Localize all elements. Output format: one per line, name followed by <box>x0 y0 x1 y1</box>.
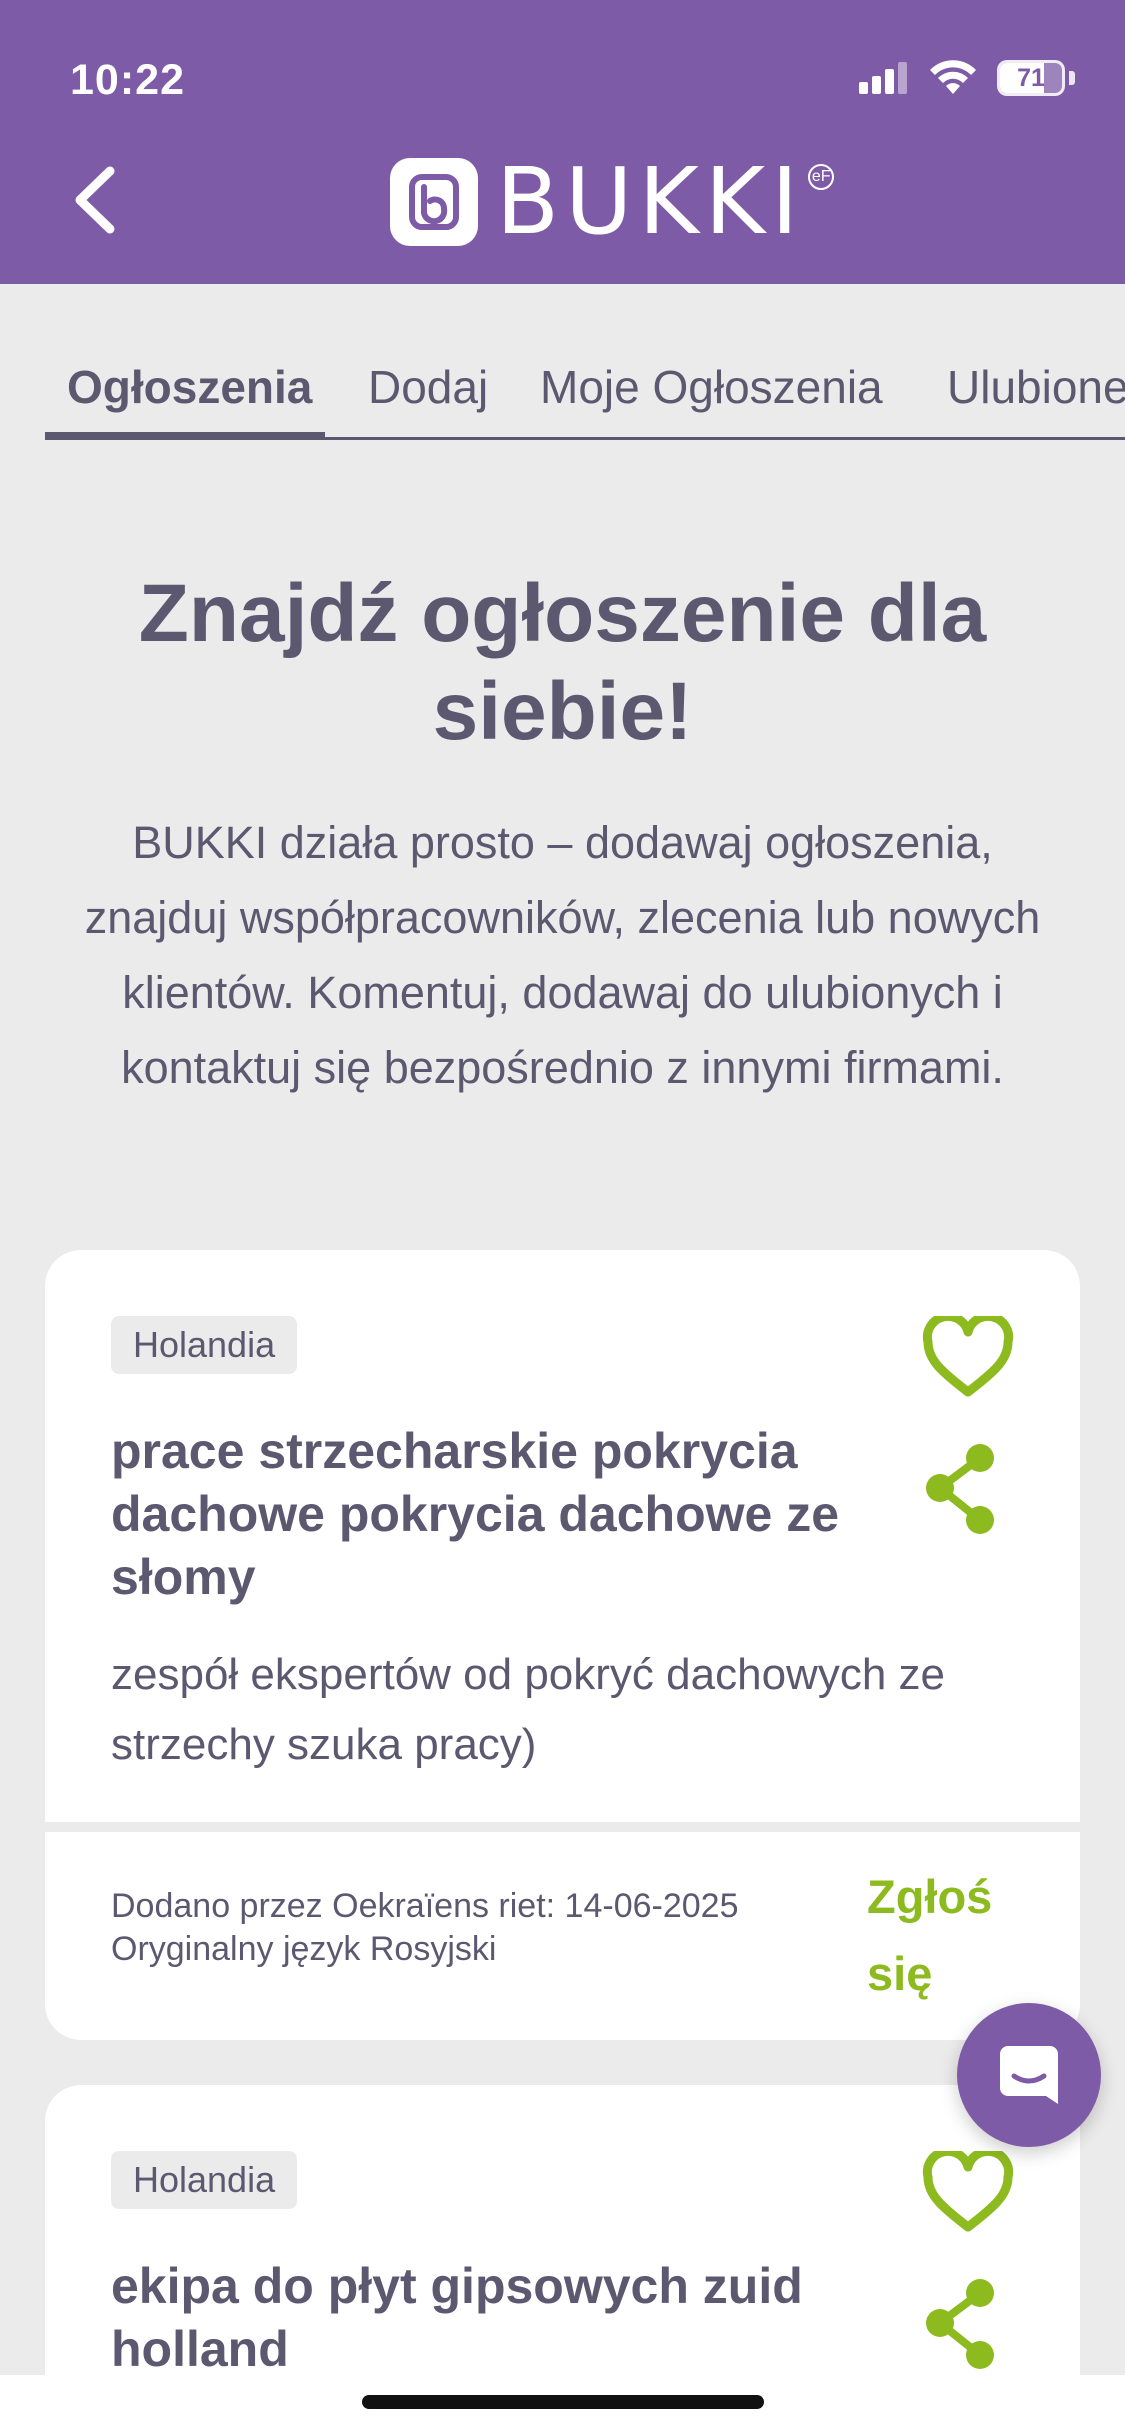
logo-mark-icon <box>390 158 478 246</box>
tab-bar: Ogłoszenia Dodaj Moje Ogłoszenia Ulubion… <box>45 340 1125 440</box>
share-icon <box>926 1444 994 1534</box>
logo-text: BUKKI <box>496 148 805 255</box>
home-indicator[interactable] <box>362 2395 764 2409</box>
apply-button[interactable]: Zgłoś się <box>867 1858 1027 2012</box>
listing-added-by: Dodano przez Oekraïens riet: 14-06-2025 <box>111 1887 739 1925</box>
chat-button[interactable] <box>957 2003 1101 2147</box>
heart-outline-icon <box>922 2146 1014 2232</box>
wifi-icon <box>930 60 976 94</box>
share-button[interactable] <box>922 1442 1002 1536</box>
active-tab-indicator <box>45 432 325 437</box>
listing-title[interactable]: ekipa do płyt gipsowych zuid holland <box>111 2255 931 2381</box>
battery-nub <box>1069 71 1075 85</box>
logo-badge: eF <box>808 164 835 190</box>
listing-language: Oryginalny język Rosyjski <box>111 1930 497 1968</box>
status-time: 10:22 <box>70 56 185 104</box>
favorite-button[interactable] <box>922 1311 1014 1398</box>
page-title: Znajdź ogłoszenie dla siebie! <box>138 568 987 758</box>
share-icon <box>926 2279 994 2369</box>
status-icons: 71 <box>859 60 1075 96</box>
signal-icon <box>859 62 907 94</box>
back-button[interactable] <box>60 160 130 240</box>
share-button[interactable] <box>922 2277 1002 2371</box>
app-header: 10:22 71 BUKKI eF <box>0 0 1125 284</box>
battery-icon: 71 <box>997 60 1065 96</box>
tab-ulubione[interactable]: Ulubione <box>947 360 1125 414</box>
page-description: BUKKI działa prosto – dodawaj ogłoszenia… <box>84 817 1041 1093</box>
listing-title[interactable]: prace strzecharskie pokrycia dachowe pok… <box>111 1420 911 1609</box>
listing-description: zespół ekspertów od pokryć dachowych ze … <box>111 1650 945 1769</box>
chevron-left-icon <box>75 166 115 234</box>
tab-moje-ogloszenia[interactable]: Moje Ogłoszenia <box>540 360 883 414</box>
tab-ogloszenia[interactable]: Ogłoszenia <box>67 360 312 414</box>
favorite-button[interactable] <box>922 2146 1014 2233</box>
heart-outline-icon <box>922 1311 1014 1397</box>
tab-dodaj[interactable]: Dodaj <box>368 360 488 414</box>
app-logo: BUKKI eF <box>390 148 835 255</box>
card-divider <box>45 1822 1080 1832</box>
country-chip: Holandia <box>111 1316 298 1374</box>
listing-card[interactable]: Holandia prace strzecharskie pokrycia da… <box>45 1250 1080 2040</box>
chat-bubble-icon <box>1000 2046 1058 2104</box>
country-chip: Holandia <box>111 2151 298 2209</box>
battery-level: 71 <box>1017 63 1045 92</box>
listing-meta: Dodano przez Oekraïens riet: 14-06-2025 … <box>111 1885 738 1971</box>
